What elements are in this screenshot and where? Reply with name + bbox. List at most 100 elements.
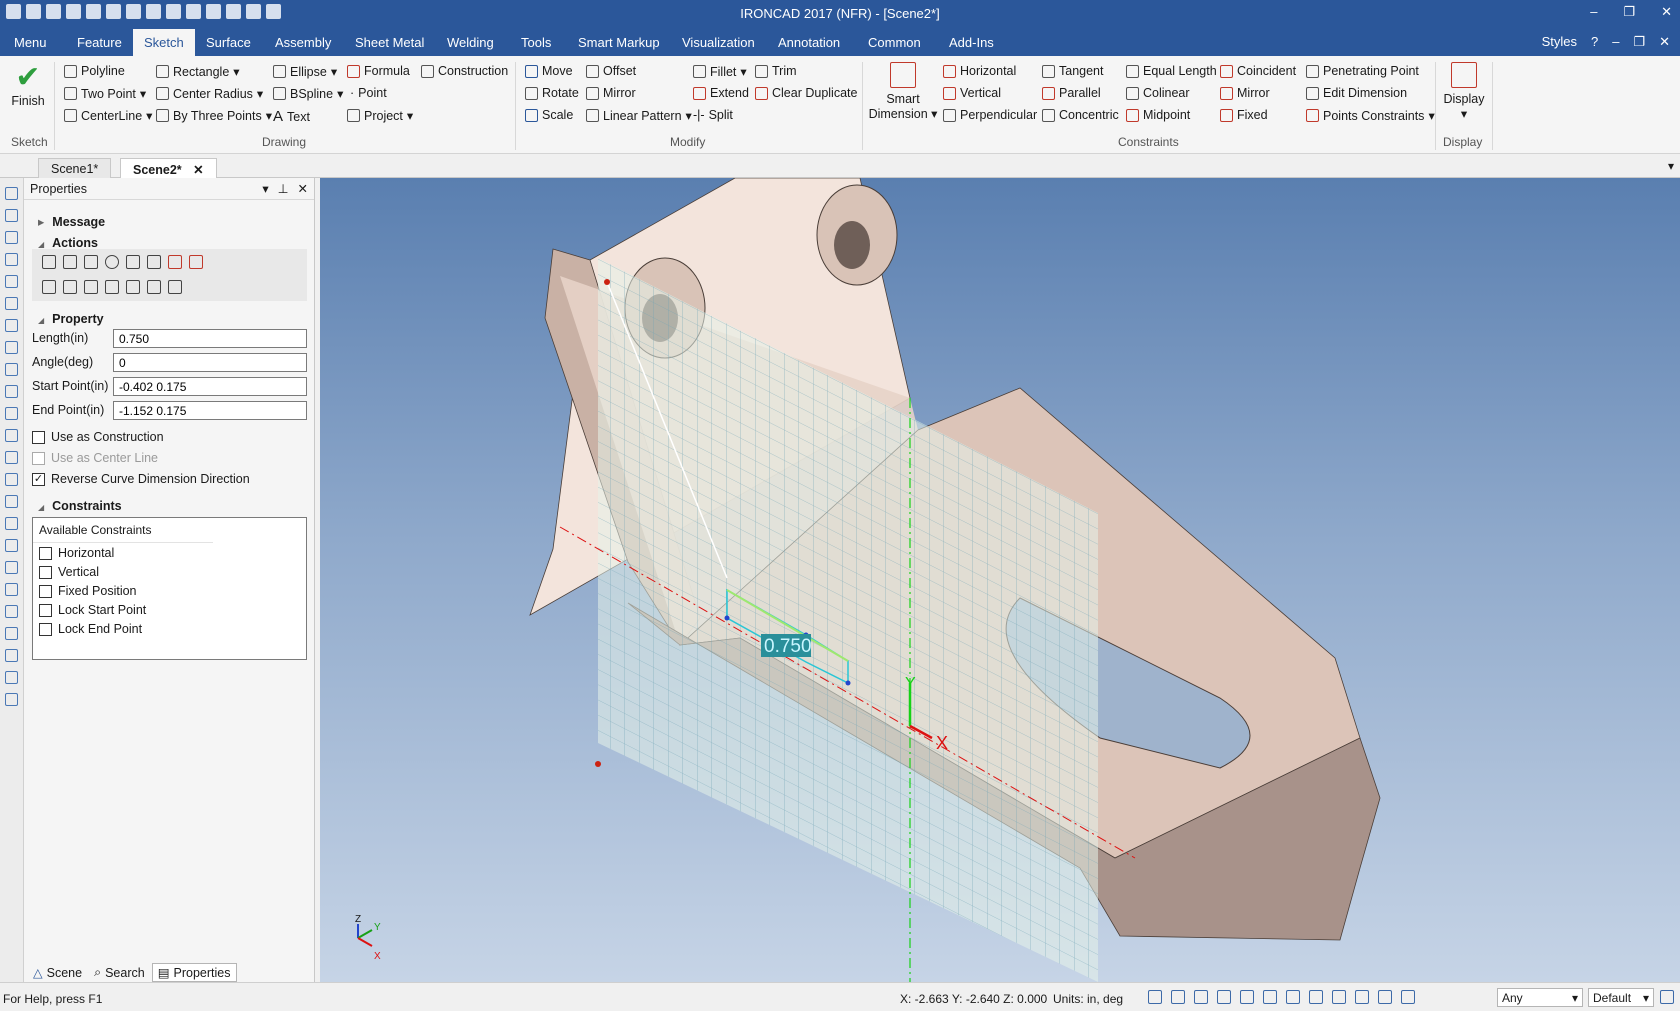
tab-sheet-metal[interactable]: Sheet Metal <box>355 35 424 50</box>
mirror-button[interactable]: Mirror <box>586 86 636 100</box>
minimize-button[interactable]: – <box>1590 4 1597 20</box>
tool-icon[interactable] <box>5 231 18 244</box>
use-as-construction-checkbox[interactable]: Use as Construction <box>32 430 164 444</box>
parallel-constraint-button[interactable]: Parallel <box>1042 86 1101 100</box>
fillet-action-icon[interactable] <box>63 280 77 294</box>
tool-icon[interactable] <box>5 187 18 200</box>
tab-surface[interactable]: Surface <box>206 35 251 50</box>
ribbon-restore-button[interactable]: ❐ <box>1633 34 1645 50</box>
split-button[interactable]: -|- Split <box>693 108 733 122</box>
block-icon[interactable] <box>5 407 18 420</box>
split-action-icon[interactable] <box>168 255 182 269</box>
section-icon[interactable] <box>1332 990 1346 1004</box>
sketch-point[interactable] <box>595 761 601 767</box>
dimension-label[interactable]: 0.750 <box>764 636 812 657</box>
pencil-icon[interactable] <box>42 255 56 269</box>
panel-menu-icon[interactable]: ▾ <box>262 181 268 196</box>
tab-smart-markup[interactable]: Smart Markup <box>578 35 660 50</box>
snap-icon[interactable] <box>1355 990 1369 1004</box>
tool-icon[interactable] <box>5 209 18 222</box>
offset-action-icon[interactable] <box>126 255 140 269</box>
equal-length-button[interactable]: Equal Length <box>1126 64 1217 78</box>
two-point-button[interactable]: Two Point ▾ <box>64 86 146 101</box>
tab-scene2[interactable]: Scene2* ✕ <box>120 158 217 178</box>
spin-action-icon[interactable] <box>105 280 119 294</box>
tool-icon[interactable] <box>5 671 18 684</box>
tab-properties[interactable]: ▤ Properties <box>151 963 237 982</box>
cylinder-icon[interactable] <box>5 363 18 376</box>
reverse-dimension-checkbox[interactable]: ✓ Reverse Curve Dimension Direction <box>32 472 250 486</box>
block-icon[interactable] <box>5 385 18 398</box>
offset-button[interactable]: Offset <box>586 64 636 78</box>
tool-icon[interactable] <box>5 605 18 618</box>
formula-button[interactable]: Formula <box>347 64 410 78</box>
block-icon[interactable] <box>5 341 18 354</box>
finish-button[interactable]: ✔ Finish <box>10 62 46 109</box>
3d-viewport[interactable]: 0.750 Y X Z Y X <box>320 178 1680 982</box>
center-radius-button[interactable]: Center Radius ▾ <box>156 86 263 101</box>
tool-icon[interactable] <box>5 539 18 552</box>
zoom-icon[interactable] <box>1148 990 1162 1004</box>
linear-pattern-button[interactable]: Linear Pattern ▾ <box>586 108 692 123</box>
pin-icon[interactable]: ⊥ <box>278 181 289 196</box>
horizontal-checkbox[interactable]: Horizontal <box>39 546 114 560</box>
circle-action-icon[interactable] <box>105 255 119 269</box>
sketch-point[interactable] <box>845 680 851 686</box>
tool-icon[interactable] <box>5 583 18 596</box>
pattern-action-icon[interactable] <box>147 280 161 294</box>
scene-canvas[interactable]: 0.750 Y X Z Y X <box>320 178 1680 982</box>
tab-annotation[interactable]: Annotation <box>778 35 840 50</box>
points-action-icon[interactable] <box>168 280 182 294</box>
fillet-button[interactable]: Fillet ▾ <box>693 64 747 79</box>
close-button[interactable]: ✕ <box>1661 4 1672 20</box>
rotate-button[interactable]: Rotate <box>525 86 579 100</box>
length-field[interactable] <box>113 329 307 348</box>
trim-button[interactable]: Trim <box>755 64 797 78</box>
help-icon[interactable]: ? <box>1591 34 1598 50</box>
angle-field[interactable] <box>113 353 307 372</box>
zoom-window-icon[interactable] <box>1171 990 1185 1004</box>
styles-menu[interactable]: Styles <box>1542 34 1577 50</box>
block-icon[interactable] <box>5 517 18 530</box>
tool-icon[interactable] <box>5 561 18 574</box>
tab-feature[interactable]: Feature <box>77 35 122 50</box>
tab-search[interactable]: ⌕ Search <box>89 963 150 982</box>
render-mode-icon[interactable] <box>1263 990 1277 1004</box>
tab-sketch[interactable]: Sketch <box>133 29 195 56</box>
start-point-field[interactable] <box>113 377 307 396</box>
point-button[interactable]: · Point <box>350 86 387 100</box>
tab-scene1[interactable]: Scene1* <box>38 158 112 178</box>
tab-scene-browser[interactable]: △ Scene <box>28 963 87 982</box>
selection-filter-dropdown[interactable]: Any ▾ <box>1497 988 1583 1007</box>
end-point-field[interactable] <box>113 401 307 420</box>
ribbon-close-button[interactable]: ✕ <box>1659 34 1670 50</box>
construction-button[interactable]: Construction <box>421 64 508 78</box>
fixed-button[interactable]: Fixed <box>1220 108 1268 122</box>
block-icon[interactable] <box>5 429 18 442</box>
settings-icon[interactable] <box>1660 990 1674 1004</box>
square-icon[interactable] <box>84 255 98 269</box>
block-icon[interactable] <box>5 495 18 508</box>
trim-action-icon[interactable] <box>42 280 56 294</box>
edit-dimension-button[interactable]: Edit Dimension <box>1306 86 1407 100</box>
sketch-point[interactable] <box>604 279 610 285</box>
lock-start-point-checkbox[interactable]: Lock Start Point <box>39 603 146 617</box>
vertical-checkbox[interactable]: Vertical <box>39 565 99 579</box>
shading-icon[interactable] <box>1286 990 1300 1004</box>
move-button[interactable]: Move <box>525 64 573 78</box>
horizontal-constraint-button[interactable]: Horizontal <box>943 64 1016 78</box>
block-icon[interactable] <box>5 319 18 332</box>
tool-icon[interactable] <box>5 253 18 266</box>
tangent-constraint-button[interactable]: Tangent <box>1042 64 1103 78</box>
ellipse-button[interactable]: Ellipse ▾ <box>273 64 337 79</box>
restore-button[interactable]: ❐ <box>1623 4 1635 20</box>
extend-button[interactable]: Extend <box>693 86 749 100</box>
block-icon[interactable] <box>5 451 18 464</box>
select-icon[interactable] <box>63 255 77 269</box>
smart-dimension-button[interactable]: Smart Dimension ▾ <box>866 62 940 121</box>
tab-assembly[interactable]: Assembly <box>275 35 331 50</box>
hole-2-bore[interactable] <box>834 221 870 269</box>
tool-icon[interactable] <box>5 649 18 662</box>
tab-visualization[interactable]: Visualization <box>682 35 755 50</box>
sketch-point[interactable] <box>724 615 730 621</box>
